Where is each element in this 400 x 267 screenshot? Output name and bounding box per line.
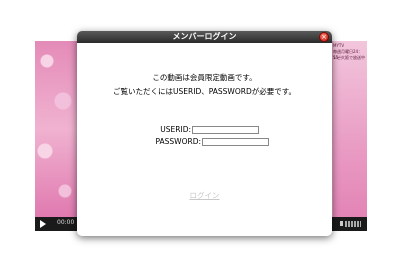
- play-icon[interactable]: [40, 220, 46, 228]
- password-row: PASSWORD:: [77, 137, 332, 147]
- password-label: PASSWORD:: [155, 137, 201, 146]
- message-line-1: この動画は会員限定動画です。: [152, 73, 257, 82]
- password-input[interactable]: [202, 138, 269, 146]
- volume-slider[interactable]: [345, 221, 361, 227]
- close-icon[interactable]: ×: [319, 32, 329, 42]
- time-display: 00:00: [57, 219, 75, 226]
- userid-input[interactable]: [192, 126, 259, 134]
- modal-header: メンバーログイン ×: [77, 31, 332, 43]
- ad-text-line3: レビ大阪で放送中: [333, 55, 365, 60]
- player-artwork-left: [35, 41, 77, 217]
- login-button[interactable]: ログイン: [77, 190, 332, 201]
- modal-title: メンバーログイン: [172, 32, 237, 41]
- userid-label: USERID:: [160, 125, 191, 134]
- login-modal: メンバーログイン × この動画は会員限定動画です。 ご覧いただくにはUSERID…: [77, 31, 332, 236]
- player-artwork-right: MYTV 毎週月曜日24：55～ レビ大阪で放送中: [333, 41, 367, 217]
- userid-row: USERID:: [77, 125, 332, 135]
- volume-icon[interactable]: [340, 221, 343, 226]
- message-line-2: ご覧いただくにはUSERID、PASSWORDが必要です。: [113, 87, 296, 96]
